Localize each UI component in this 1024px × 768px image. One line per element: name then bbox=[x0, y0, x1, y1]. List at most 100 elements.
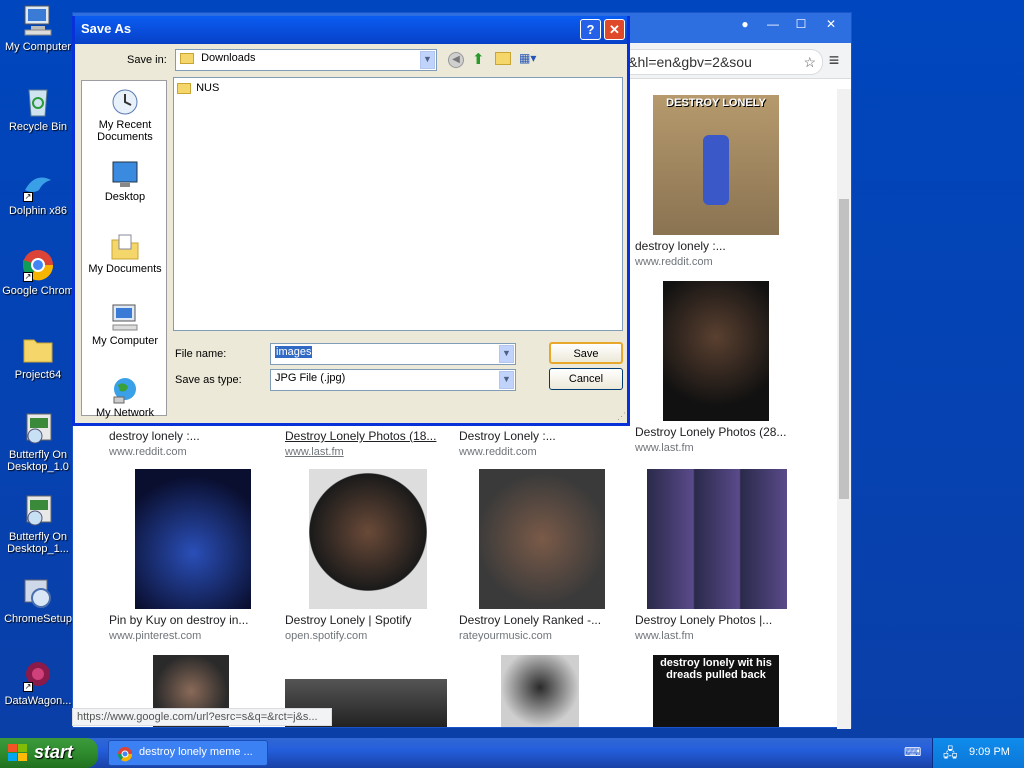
file-name: NUS bbox=[196, 82, 220, 94]
place-recent[interactable]: My Recent Documents bbox=[82, 87, 168, 143]
taskbar-item-chrome[interactable]: destroy lonely meme ... bbox=[108, 740, 268, 766]
meme-text: destroy lonely wit his dreads pulled bac… bbox=[660, 657, 772, 681]
desktop-icon-butterfly-1[interactable]: Butterfly On Desktop_1.0 bbox=[0, 412, 76, 473]
result-source: www.last.fm bbox=[285, 446, 344, 458]
result-thumbnail bbox=[663, 281, 769, 421]
place-label: My Network bbox=[95, 407, 155, 419]
new-folder-icon[interactable] bbox=[495, 52, 511, 65]
place-label: My Recent Documents bbox=[97, 119, 153, 143]
desktop-icon bbox=[110, 159, 140, 189]
result-source: open.spotify.com bbox=[285, 630, 368, 642]
image-result[interactable]: Destroy Lonely :... www.reddit.com bbox=[459, 425, 629, 458]
up-folder-icon[interactable]: ⬆ bbox=[472, 50, 485, 68]
result-source: www.reddit.com bbox=[459, 446, 537, 458]
image-result[interactable]: Destroy Lonely Photos |... www.last.fm bbox=[635, 469, 805, 642]
desktop-icon-butterfly-2[interactable]: Butterfly On Desktop_1... bbox=[0, 494, 76, 555]
desktop-icon-dolphin[interactable]: ↗ Dolphin x86 bbox=[0, 168, 76, 217]
result-caption: Pin by Kuy on destroy in... bbox=[109, 613, 249, 627]
result-source: www.last.fm bbox=[635, 630, 694, 642]
image-result[interactable]: Pin by Kuy on destroy in... www.pinteres… bbox=[109, 469, 279, 642]
datawagon-icon: ↗ bbox=[21, 658, 55, 692]
close-button[interactable]: ✕ bbox=[817, 15, 845, 33]
image-result[interactable]: Destroy Lonely Photos (28... www.last.fm bbox=[635, 281, 795, 454]
place-desktop[interactable]: Desktop bbox=[82, 159, 168, 203]
my-computer-icon bbox=[110, 303, 140, 333]
installer-icon bbox=[21, 494, 55, 528]
help-button[interactable]: ? bbox=[580, 19, 601, 40]
chrome-icon: ↗ bbox=[21, 248, 55, 282]
desktop-icon-project64[interactable]: Project64 bbox=[0, 332, 76, 381]
place-my-documents[interactable]: My Documents bbox=[82, 231, 168, 275]
places-bar: My Recent Documents Desktop My Documents… bbox=[81, 80, 168, 419]
result-thumbnail bbox=[309, 469, 427, 609]
save-in-label: Save in: bbox=[127, 54, 167, 66]
place-my-network[interactable]: My Network bbox=[82, 375, 168, 419]
file-name-label: File name: bbox=[175, 348, 227, 360]
network-icon[interactable]: 🖧 bbox=[943, 744, 958, 766]
scrollbar-thumb[interactable] bbox=[839, 199, 849, 499]
result-source: www.reddit.com bbox=[109, 446, 187, 458]
back-icon[interactable]: ◀ bbox=[448, 52, 464, 68]
minimize-button[interactable]: — bbox=[759, 15, 787, 33]
bookmark-star-icon[interactable]: ☆ bbox=[803, 50, 816, 74]
start-label: start bbox=[34, 742, 74, 762]
desktop-icon-chrome[interactable]: ↗ Google Chrom bbox=[0, 248, 76, 297]
my-computer-icon bbox=[21, 4, 55, 38]
menu-icon[interactable]: ≡ bbox=[823, 49, 845, 71]
dialog-title: Save As bbox=[81, 21, 132, 36]
file-item[interactable]: NUS bbox=[177, 82, 219, 94]
views-menu-icon[interactable]: ▦▾ bbox=[519, 51, 543, 67]
resize-grip-icon[interactable]: ⋰ bbox=[617, 411, 626, 422]
desktop-icon-label: DataWagon... bbox=[4, 695, 72, 707]
desktop-icon-chromesetup[interactable]: ChromeSetup bbox=[0, 576, 76, 625]
result-source: www.last.fm bbox=[635, 442, 694, 454]
result-thumbnail bbox=[479, 469, 605, 609]
result-caption: Destroy Lonely Photos (28... bbox=[635, 425, 787, 439]
start-button[interactable]: start bbox=[0, 738, 98, 768]
system-tray: 🖧 9:09 PM bbox=[932, 738, 1024, 768]
file-list[interactable]: NUS bbox=[173, 77, 623, 331]
desktop-icon-label: Project64 bbox=[14, 369, 62, 381]
result-source: www.reddit.com bbox=[635, 256, 713, 268]
status-url-bubble: https://www.google.com/url?esrc=s&q=&rct… bbox=[72, 708, 332, 726]
save-type-label: Save as type: bbox=[175, 374, 242, 386]
image-result[interactable]: Destroy Lonely Photos (18... www.last.fm bbox=[285, 425, 455, 458]
save-type-dropdown[interactable]: JPG File (.jpg) ▼ bbox=[270, 369, 516, 391]
save-as-dialog: Save As ? ✕ Save in: Downloads ▼ ◀ ⬆ ▦▾ … bbox=[72, 16, 630, 426]
cancel-button[interactable]: Cancel bbox=[549, 368, 623, 390]
desktop-icon-my-computer[interactable]: My Computer bbox=[0, 4, 76, 53]
result-caption: Destroy Lonely Photos |... bbox=[635, 613, 773, 627]
desktop-icon-label: ChromeSetup bbox=[4, 613, 72, 625]
folder-icon bbox=[177, 82, 191, 94]
dialog-title-bar[interactable]: Save As ? ✕ bbox=[75, 16, 627, 44]
desktop-icon-label: Butterfly On Desktop_1.0 bbox=[7, 449, 69, 473]
save-button[interactable]: Save bbox=[549, 342, 623, 364]
result-caption: Destroy Lonely :... bbox=[459, 429, 556, 443]
image-result[interactable]: Destroy Lonely | Spotify open.spotify.co… bbox=[285, 469, 455, 642]
image-result[interactable]: destroy lonely :... www.reddit.com bbox=[109, 425, 279, 458]
image-result[interactable]: Destroy Lonely Ranked -... rateyourmusic… bbox=[459, 469, 629, 642]
address-bar[interactable]: ic&hl=en&gbv=2&sou ☆ bbox=[613, 49, 823, 75]
place-my-computer[interactable]: My Computer bbox=[82, 303, 168, 347]
dialog-close-button[interactable]: ✕ bbox=[604, 19, 625, 40]
place-label: Desktop bbox=[104, 191, 146, 203]
taskbar-item-label: destroy lonely meme ... bbox=[139, 746, 253, 758]
clock: 9:09 PM bbox=[969, 746, 1010, 758]
file-name-field[interactable]: images ▼ bbox=[270, 343, 516, 365]
desktop-icon-datawagon[interactable]: ↗ DataWagon... bbox=[0, 658, 76, 707]
result-thumbnail[interactable] bbox=[501, 655, 579, 727]
meme-text: DESTROY LONELY bbox=[666, 97, 766, 109]
result-thumbnail[interactable]: destroy lonely wit his dreads pulled bac… bbox=[653, 655, 779, 727]
desktop-icon-recycle-bin[interactable]: Recycle Bin bbox=[0, 84, 76, 133]
scrollbar[interactable] bbox=[837, 89, 851, 729]
save-type-value: JPG File (.jpg) bbox=[275, 372, 346, 384]
desktop-icon-label: Recycle Bin bbox=[8, 121, 68, 133]
folder-icon bbox=[180, 52, 194, 64]
maximize-button[interactable]: ☐ bbox=[787, 15, 815, 33]
save-in-dropdown[interactable]: Downloads ▼ bbox=[175, 49, 437, 71]
dolphin-icon: ↗ bbox=[21, 168, 55, 202]
result-thumbnail bbox=[135, 469, 251, 609]
image-result[interactable]: DESTROY LONELY destroy lonely :... www.r… bbox=[635, 95, 785, 268]
profile-icon[interactable]: ● bbox=[731, 15, 759, 33]
keyboard-icon[interactable]: ⌨ bbox=[904, 745, 921, 759]
